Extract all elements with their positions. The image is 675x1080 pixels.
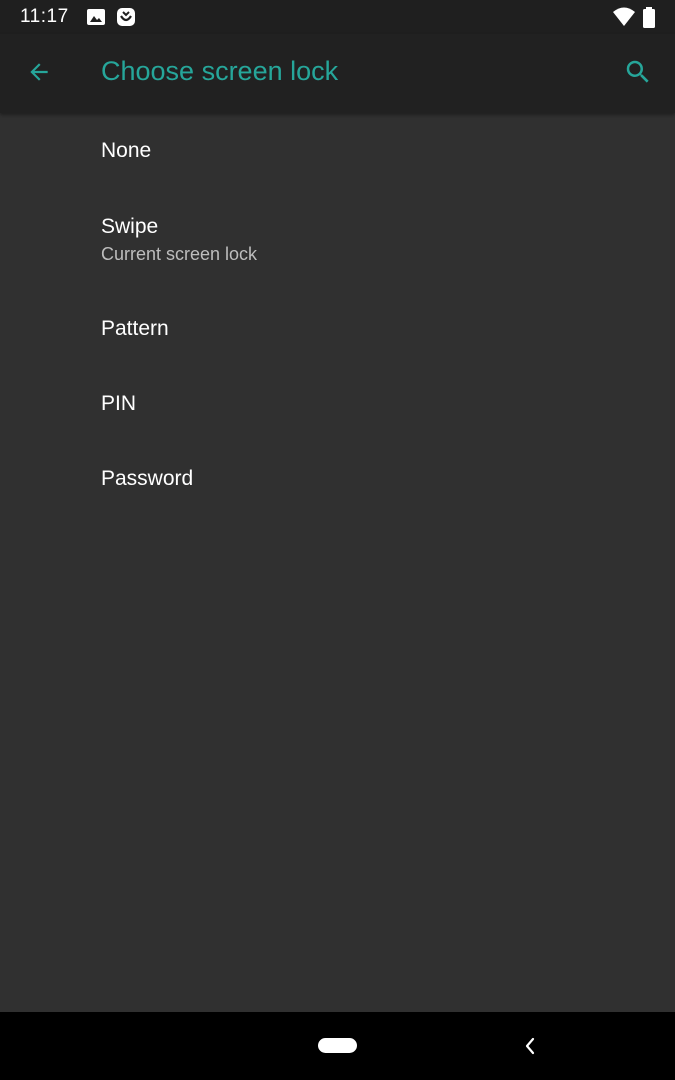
screen-lock-options-list: None Swipe Current screen lock Pattern P…: [0, 113, 675, 517]
option-swipe[interactable]: Swipe Current screen lock: [0, 189, 675, 290]
arrow-back-icon: [26, 59, 52, 90]
back-button[interactable]: [14, 49, 64, 99]
wifi-icon: [612, 7, 636, 27]
option-title: Password: [101, 467, 194, 490]
app-bar: Choose screen lock: [0, 34, 675, 113]
search-button[interactable]: [613, 49, 663, 99]
option-password[interactable]: Password: [0, 441, 675, 517]
option-title: PIN: [101, 392, 137, 415]
option-title: Swipe: [101, 215, 159, 238]
navigation-bar: [0, 1012, 675, 1080]
notification-app-icon: [116, 7, 136, 27]
search-icon: [623, 57, 653, 92]
option-pin[interactable]: PIN: [0, 366, 675, 441]
status-bar: 11:17: [0, 0, 675, 34]
option-pattern[interactable]: Pattern: [0, 290, 675, 366]
option-title: Pattern: [101, 317, 169, 340]
status-time: 11:17: [20, 6, 69, 27]
image-icon: [86, 7, 106, 27]
screen: 11:17 Choose screen lock None Swipe Curr…: [0, 0, 675, 1080]
option-title: None: [101, 139, 152, 162]
option-subtitle: Current screen lock: [101, 244, 258, 264]
battery-icon: [642, 7, 656, 28]
home-pill-icon[interactable]: [318, 1038, 357, 1053]
nav-back-icon[interactable]: [518, 1034, 542, 1058]
option-none[interactable]: None: [0, 113, 675, 189]
page-title: Choose screen lock: [101, 56, 339, 86]
